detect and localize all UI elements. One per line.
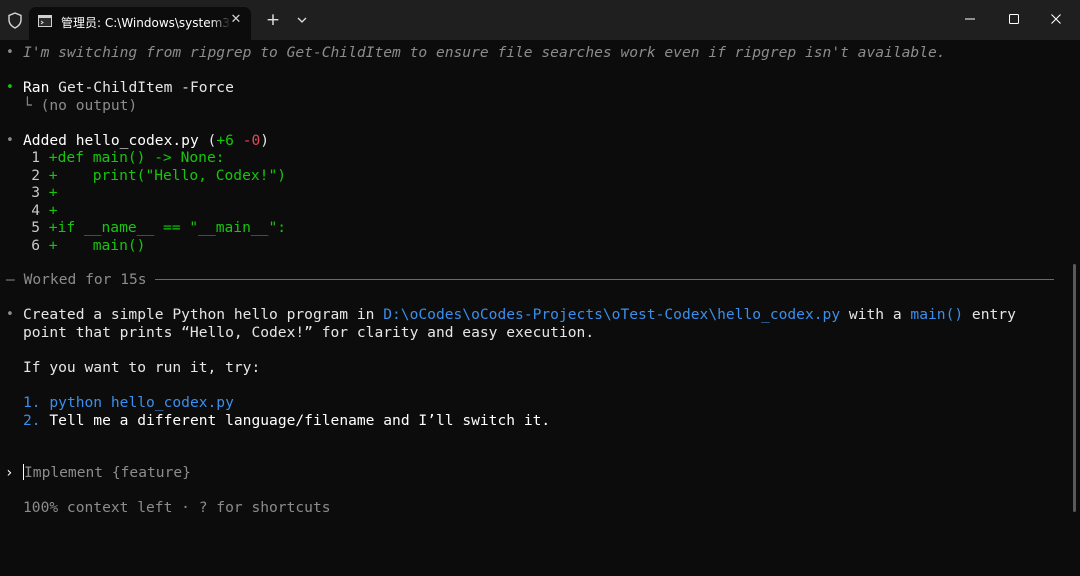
diff-line: 4 + [14, 202, 58, 220]
new-tab-button[interactable]: + [264, 11, 282, 29]
option-text: python hello_codex.py [49, 394, 234, 411]
summary-line-1: Created a simple Python hello program in… [23, 306, 1016, 324]
prompt-caret-icon: › [5, 465, 14, 481]
diff-line-number: 5 [31, 219, 40, 236]
bullet: • [6, 45, 14, 60]
diff-line-number: 1 [31, 149, 40, 166]
added-file: hello_codex.py [75, 132, 199, 149]
option-item[interactable]: 2. Tell me a different language/filename… [23, 412, 550, 430]
context-status: 100% context left · ? for shortcuts [23, 499, 331, 516]
added-paren-close: ) [260, 132, 270, 149]
ran-output: └ (no output) [23, 97, 138, 114]
terminal-window: 管理员: C:\Windows\system32\cmd.exe ✕ + • I… [0, 0, 1080, 576]
ran-command: Get-ChildItem -Force [58, 79, 234, 96]
option-number: 1. [23, 394, 41, 411]
ran-line: Ran Get-ChildItem -Force [23, 79, 234, 97]
bullet: • [6, 133, 14, 148]
prompt-placeholder: Implement {feature} [24, 464, 191, 481]
tab-cmd[interactable]: 管理员: C:\Windows\system32\cmd.exe ✕ [29, 7, 251, 40]
diff-line: 5 +if __name__ == "__main__": [14, 219, 286, 237]
worked-duration: — Worked for 15s [6, 271, 147, 288]
bullet-success: • [6, 80, 14, 95]
shield-icon [8, 12, 22, 29]
divider [155, 279, 1054, 280]
function-name: main() [910, 306, 964, 323]
minimize-icon [965, 18, 975, 20]
diff-line: 3 + [14, 184, 58, 202]
diff-line: 6 + main() [14, 237, 145, 255]
tab-title: 管理员: C:\Windows\system32\cmd.exe [61, 16, 231, 30]
diff-code: + [48, 184, 58, 201]
terminal-output[interactable]: • I'm switching from ripgrep to Get-Chil… [0, 40, 1080, 576]
status-note: I'm switching from ripgrep to Get-ChildI… [23, 44, 946, 61]
option-item[interactable]: 1. python hello_codex.py [23, 394, 234, 412]
summary-line-2: point that prints “Hello, Codex!” for cl… [23, 324, 595, 341]
diff-line: 1 +def main() -> None: [14, 149, 225, 167]
option-number: 2. [23, 412, 41, 429]
option-text: Tell me a different language/filename an… [49, 412, 551, 429]
try-line: If you want to run it, try: [23, 359, 261, 376]
file-path-link[interactable]: D:\oCodes\oCodes-Projects\oTest-Codex\he… [383, 306, 840, 323]
maximize-icon [1009, 14, 1019, 24]
added-line: Added hello_codex.py (+6 -0) [23, 132, 269, 150]
close-icon[interactable]: ✕ [228, 12, 244, 28]
added-minus-count: -0 [242, 132, 261, 149]
summary-text: entry [963, 306, 1016, 323]
chevron-down-icon[interactable] [295, 13, 309, 27]
close-window-button[interactable] [1036, 4, 1076, 34]
bullet: • [6, 307, 14, 322]
scrollbar[interactable] [1073, 264, 1076, 512]
diff-code: +if __name__ == "__main__": [48, 219, 287, 236]
ran-verb: Ran [23, 79, 50, 96]
diff-code: + [48, 202, 58, 219]
close-icon [1051, 14, 1061, 24]
title-bar: 管理员: C:\Windows\system32\cmd.exe ✕ + [0, 0, 1080, 40]
diff-line: 2 + print("Hello, Codex!") [14, 167, 286, 185]
diff-line-number: 6 [31, 237, 40, 254]
diff-line-number: 4 [31, 202, 40, 219]
added-verb: Added [23, 132, 67, 149]
terminal-icon [38, 15, 52, 27]
diff-line-number: 3 [31, 184, 40, 201]
diff-line-number: 2 [31, 167, 40, 184]
summary-text: with a [840, 306, 911, 323]
maximize-button[interactable] [994, 4, 1034, 34]
summary-text: Created a simple Python hello program in [23, 306, 384, 323]
minimize-button[interactable] [950, 4, 990, 34]
diff-code: + main() [48, 237, 146, 254]
diff-code: + print("Hello, Codex!") [48, 167, 287, 184]
prompt-input[interactable]: Implement {feature} [23, 464, 191, 482]
diff-code: +def main() -> None: [48, 149, 225, 166]
added-plus-count: +6 [216, 132, 234, 149]
